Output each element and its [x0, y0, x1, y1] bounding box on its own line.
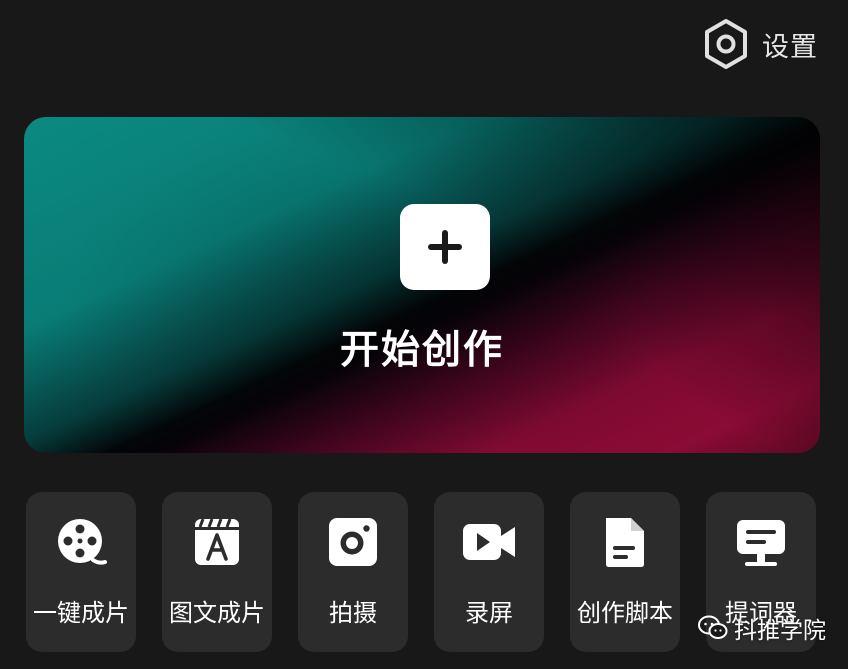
start-creating-label: 开始创作: [339, 328, 504, 373]
tool-label: 拍摄: [329, 599, 377, 627]
teleprompter-icon: [706, 514, 816, 570]
tool-one-click-video[interactable]: 一键成片: [26, 492, 136, 652]
tool-label: 录屏: [465, 599, 513, 627]
video-record-icon: [434, 514, 544, 570]
tool-text-to-video[interactable]: 图文成片: [162, 492, 272, 652]
tool-label: 一键成片: [33, 599, 129, 627]
start-creating-card[interactable]: 开始创作: [24, 117, 820, 453]
watermark: 抖推学院: [698, 611, 826, 645]
hexagon-gear-icon: [705, 19, 747, 69]
wechat-icon: [698, 615, 728, 639]
document-icon: [570, 514, 680, 570]
settings-label: 设置: [762, 31, 818, 63]
tool-screen-record[interactable]: 录屏: [434, 492, 544, 652]
settings-button[interactable]: 设置: [702, 18, 818, 70]
text-clapper-icon: [162, 514, 272, 570]
watermark-text: 抖推学院: [734, 618, 826, 644]
tool-label: 图文成片: [169, 599, 265, 627]
tool-label: 创作脚本: [577, 599, 673, 627]
tool-script[interactable]: 创作脚本: [570, 492, 680, 652]
tool-shoot[interactable]: 拍摄: [298, 492, 408, 652]
film-reel-icon: [26, 514, 136, 570]
camera-icon: [298, 514, 408, 570]
plus-icon: [400, 204, 490, 290]
